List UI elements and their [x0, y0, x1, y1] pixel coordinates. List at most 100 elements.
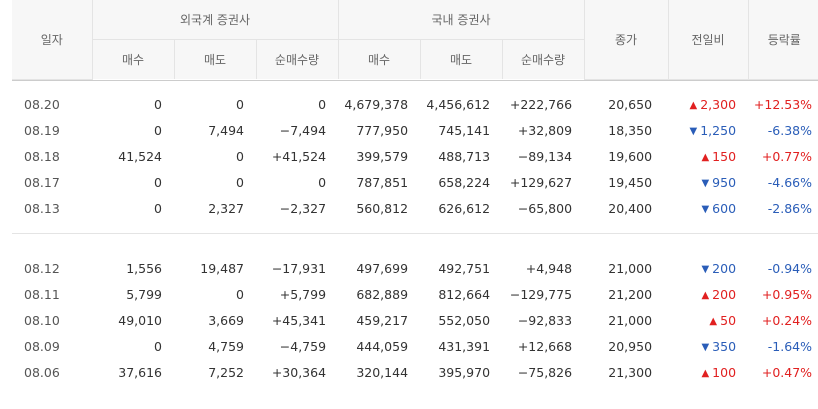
row-date: 08.09: [24, 339, 60, 354]
row-domestic-buy: 560,812: [356, 201, 409, 216]
row-domestic-net: −65,800: [517, 201, 573, 216]
row-foreign-sell: 0: [236, 287, 244, 302]
row-foreign-net: +41,524: [271, 149, 327, 164]
table-row: 08.19 0 7,494 −7,494 777,950 745,141 +32,809 18…: [12, 118, 818, 144]
row-foreign-buy: 5,799: [126, 287, 162, 302]
triangle-up-icon: ▲: [701, 368, 710, 379]
row-foreign-buy: 0: [154, 97, 162, 112]
row-foreign-sell: 0: [236, 149, 244, 164]
row-foreign-net: +5,799: [279, 287, 327, 302]
row-foreign-buy: 41,524: [118, 149, 162, 164]
row-rate: -2.86%: [767, 201, 813, 216]
table-row: 08.10 49,010 3,669 +45,341 459,217 552,050 −92…: [12, 308, 818, 334]
row-change: ▲ 200: [668, 282, 748, 308]
row-domestic-buy: 787,851: [356, 175, 409, 190]
row-close: 20,950: [608, 339, 653, 354]
row-change: ▼ 600: [668, 196, 748, 222]
triangle-down-icon: ▼: [689, 126, 698, 137]
row-date: 08.17: [24, 175, 60, 190]
row-foreign-sell: 7,252: [208, 365, 244, 380]
row-date: 08.06: [24, 365, 60, 380]
row-domestic-net: −75,826: [517, 365, 573, 380]
row-foreign-buy: 0: [154, 123, 162, 138]
row-rate: -0.94%: [767, 261, 813, 276]
header-domestic-sell: 매도: [419, 39, 503, 79]
row-close: 20,650: [608, 97, 653, 112]
row-close: 21,000: [608, 261, 653, 276]
row-domestic-buy: 399,579: [356, 149, 409, 164]
row-rate: -4.66%: [767, 175, 813, 190]
row-date: 08.11: [24, 287, 60, 302]
row-domestic-sell: 626,612: [438, 201, 491, 216]
row-domestic-buy: 682,889: [356, 287, 409, 302]
row-change-value: 150: [712, 149, 737, 164]
row-foreign-net: 0: [318, 175, 327, 190]
row-domestic-sell: 492,751: [438, 261, 491, 276]
row-foreign-buy: 37,616: [118, 365, 162, 380]
triangle-down-icon: ▼: [701, 204, 710, 215]
row-foreign-net: −17,931: [271, 261, 327, 276]
row-foreign-net: −2,327: [279, 201, 327, 216]
row-rate: +12.53%: [753, 97, 813, 112]
row-close: 21,200: [608, 287, 653, 302]
header-rate: 등락률: [747, 0, 818, 80]
row-domestic-buy: 497,699: [356, 261, 409, 276]
row-date: 08.19: [24, 123, 60, 138]
row-domestic-buy: 444,059: [356, 339, 409, 354]
row-domestic-sell: 4,456,612: [426, 97, 491, 112]
row-date: 08.10: [24, 313, 60, 328]
row-date: 08.20: [24, 97, 60, 112]
row-rate: +0.95%: [761, 287, 813, 302]
row-foreign-net: 0: [318, 97, 327, 112]
row-date: 08.18: [24, 149, 60, 164]
row-foreign-net: +30,364: [271, 365, 327, 380]
row-change: ▲ 150: [668, 144, 748, 170]
row-foreign-sell: 7,494: [208, 123, 244, 138]
row-change-value: 350: [712, 339, 737, 354]
row-foreign-buy: 0: [154, 201, 162, 216]
row-change: ▲ 100: [668, 360, 748, 386]
row-close: 19,600: [608, 149, 653, 164]
triangle-down-icon: ▼: [701, 264, 710, 275]
row-domestic-net: +12,668: [517, 339, 573, 354]
header-foreign-net: 순매수량: [255, 39, 339, 79]
row-domestic-buy: 4,679,378: [344, 97, 409, 112]
row-domestic-sell: 658,224: [438, 175, 491, 190]
triangle-up-icon: ▲: [701, 290, 710, 301]
row-domestic-net: −89,134: [517, 149, 573, 164]
row-change: ▲ 50: [668, 308, 748, 334]
triangle-down-icon: ▼: [701, 178, 710, 189]
row-change: ▼ 1,250: [668, 118, 748, 144]
table-row: 08.13 0 2,327 −2,327 560,812 626,612 −65,800 20…: [12, 196, 818, 222]
row-domestic-net: −92,833: [517, 313, 573, 328]
header-foreign-sell: 매도: [173, 39, 256, 79]
table-row: 08.11 5,799 0 +5,799 682,889 812,664 −129,775 2…: [12, 282, 818, 308]
broker-trading-table: 일자 외국계 증권사 국내 증권사 종가 전일비 등락률 매수 매도 순매수량 …: [12, 0, 818, 397]
triangle-down-icon: ▼: [701, 342, 710, 353]
triangle-up-icon: ▲: [709, 316, 718, 327]
row-change-value: 2,300: [700, 97, 737, 112]
header-date: 일자: [12, 0, 92, 80]
row-date: 08.13: [24, 201, 60, 216]
row-close: 20,400: [608, 201, 653, 216]
row-change-value: 600: [712, 201, 737, 216]
row-domestic-sell: 431,391: [438, 339, 491, 354]
row-foreign-net: −4,759: [279, 339, 327, 354]
row-domestic-sell: 488,713: [438, 149, 491, 164]
row-foreign-sell: 4,759: [208, 339, 244, 354]
row-domestic-buy: 459,217: [356, 313, 409, 328]
row-close: 21,000: [608, 313, 653, 328]
row-change-value: 200: [712, 287, 737, 302]
row-close: 18,350: [608, 123, 653, 138]
row-date: 08.12: [24, 261, 60, 276]
row-foreign-buy: 49,010: [118, 313, 162, 328]
row-change-value: 100: [712, 365, 737, 380]
row-foreign-buy: 0: [154, 175, 162, 190]
row-close: 21,300: [608, 365, 653, 380]
row-domestic-sell: 812,664: [438, 287, 491, 302]
row-change: ▲ 2,300: [668, 92, 748, 118]
header-foreign-broker: 외국계 증권사: [91, 0, 339, 40]
row-domestic-net: +222,766: [509, 97, 573, 112]
table-header: 일자 외국계 증권사 국내 증권사 종가 전일비 등락률 매수 매도 순매수량 …: [12, 0, 818, 81]
row-rate: -1.64%: [767, 339, 813, 354]
